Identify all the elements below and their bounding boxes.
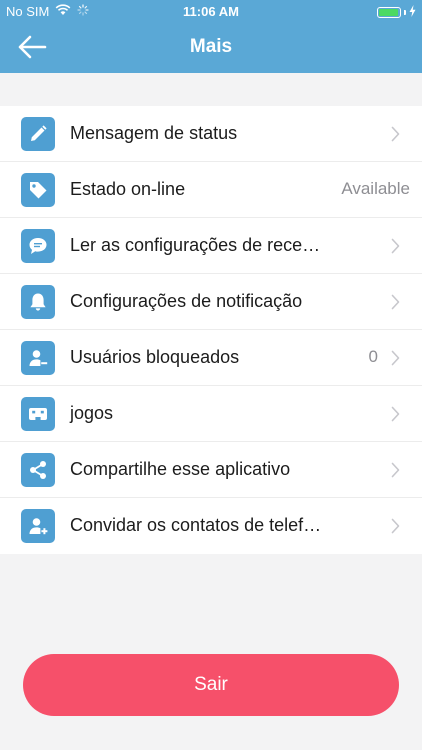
menu-item-label: Configurações de notificação: [70, 291, 303, 311]
menu-item-blocked-users[interactable]: Usuários bloqueados 0: [0, 330, 422, 386]
menu-item-label: Estado on-line: [70, 179, 186, 199]
menu-item-label: Convidar os contatos de telef…: [70, 515, 322, 535]
menu-item-status-message[interactable]: Mensagem de status: [0, 106, 422, 162]
gamepad-icon: [21, 397, 55, 431]
share-icon: [21, 453, 55, 487]
chevron-right-icon: [391, 350, 400, 366]
add-contact-icon: [21, 509, 55, 543]
logout-button[interactable]: Sair: [23, 654, 399, 716]
chevron-right-icon: [391, 462, 400, 478]
menu-item-games[interactable]: jogos: [0, 386, 422, 442]
menu-item-label: Compartilhe esse aplicativo: [70, 459, 291, 479]
chat-bubble-icon: [21, 229, 55, 263]
chevron-right-icon: [391, 294, 400, 310]
menu-item-share-app[interactable]: Compartilhe esse aplicativo: [0, 442, 422, 498]
navigation-bar: Mais: [0, 24, 422, 73]
menu-item-invite-contacts[interactable]: Convidar os contatos de telef…: [0, 498, 422, 554]
menu-item-online-status[interactable]: Estado on-line Available: [0, 162, 422, 218]
chevron-right-icon: [391, 238, 400, 254]
pencil-icon: [21, 117, 55, 151]
page-title: Mais: [189, 36, 233, 57]
blocked-user-icon: [21, 341, 55, 375]
battery-indicator: [377, 5, 416, 20]
top-bar: No SIM 11:06 AM Mais: [0, 0, 422, 73]
blocked-users-count: 0: [368, 347, 378, 366]
menu-item-label: Ler as configurações de rece…: [70, 235, 321, 255]
battery-fill: [379, 9, 398, 16]
menu-item-notification-settings[interactable]: Configurações de notificação: [0, 274, 422, 330]
battery-cap: [404, 10, 406, 15]
status-bar: No SIM 11:06 AM: [0, 0, 422, 24]
menu-item-label: Usuários bloqueados: [70, 347, 240, 367]
status-time: 11:06 AM: [183, 4, 239, 19]
battery-icon: [377, 7, 401, 18]
menu-item-label: jogos: [70, 403, 114, 423]
online-status-value: Available: [341, 179, 410, 198]
settings-menu: Mensagem de status Estado on-line Availa…: [0, 106, 422, 554]
chevron-right-icon: [391, 126, 400, 142]
chevron-right-icon: [391, 518, 400, 534]
chevron-right-icon: [391, 406, 400, 422]
menu-item-read-receipts[interactable]: Ler as configurações de rece…: [0, 218, 422, 274]
charging-bolt-icon: [409, 5, 416, 20]
tag-icon: [21, 173, 55, 207]
menu-item-label: Mensagem de status: [70, 123, 238, 143]
bell-icon: [21, 285, 55, 319]
